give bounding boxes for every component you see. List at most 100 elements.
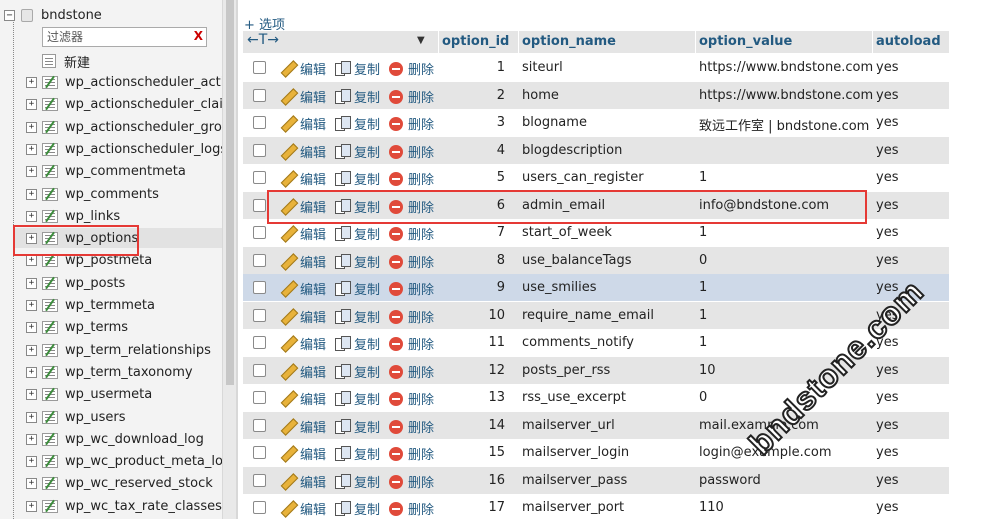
table-icon[interactable] xyxy=(42,75,58,89)
copy-label[interactable]: 复制 xyxy=(354,307,380,326)
expand-icon[interactable]: + xyxy=(26,121,37,133)
expand-icon[interactable]: + xyxy=(26,477,37,489)
delete-button[interactable]: 删除 xyxy=(389,87,434,106)
row-checkbox[interactable] xyxy=(253,501,266,514)
edit-label[interactable]: 编辑 xyxy=(300,87,326,106)
column-header-autoload[interactable]: autoload xyxy=(876,34,941,49)
expand-icon[interactable]: + xyxy=(26,254,37,266)
table-name[interactable]: wp_links xyxy=(65,209,120,224)
copy-button[interactable]: 复制 xyxy=(335,389,380,408)
cell-option-value[interactable]: 致远工作室 | bndstone.com xyxy=(699,115,869,134)
cell-option-value[interactable]: 1 xyxy=(699,308,707,323)
copy-label[interactable]: 复制 xyxy=(354,114,380,133)
copy-label[interactable]: 复制 xyxy=(354,499,380,518)
sidebar-table-item[interactable]: + wp_terms xyxy=(26,317,128,337)
cell-option-id[interactable]: 12 xyxy=(488,363,505,378)
delete-button[interactable]: 删除 xyxy=(389,307,434,326)
cell-option-value[interactable]: 0 xyxy=(699,253,707,268)
table-name[interactable]: wp_term_taxonomy xyxy=(65,365,193,380)
expand-icon[interactable]: + xyxy=(26,143,37,155)
copy-label[interactable]: 复制 xyxy=(354,142,380,161)
copy-label[interactable]: 复制 xyxy=(354,279,380,298)
cell-option-name[interactable]: posts_per_rss xyxy=(522,363,610,378)
expand-icon[interactable]: + xyxy=(26,76,37,88)
row-checkbox[interactable] xyxy=(253,474,266,487)
cell-option-name[interactable]: home xyxy=(522,88,559,103)
copy-button[interactable]: 复制 xyxy=(335,142,380,161)
cell-option-name[interactable]: mailserver_pass xyxy=(522,473,627,488)
sidebar-table-item[interactable]: + wp_term_taxonomy xyxy=(26,362,193,382)
row-checkbox[interactable] xyxy=(253,171,266,184)
cell-option-value[interactable]: 1 xyxy=(699,225,707,240)
sidebar-table-item[interactable]: + wp_links xyxy=(26,206,120,226)
row-checkbox[interactable] xyxy=(253,61,266,74)
row-checkbox[interactable] xyxy=(253,199,266,212)
edit-button[interactable]: 编辑 xyxy=(281,417,326,436)
sidebar-table-item[interactable]: + wp_commentmeta xyxy=(26,161,186,181)
new-table-link[interactable]: 新建 xyxy=(42,52,90,71)
sidebar-table-item[interactable]: + wp_wc_reserved_stock xyxy=(26,473,213,493)
copy-button[interactable]: 复制 xyxy=(335,444,380,463)
expand-icon[interactable]: + xyxy=(26,165,37,177)
delete-label[interactable]: 删除 xyxy=(408,224,434,243)
cell-autoload[interactable]: yes xyxy=(876,143,898,158)
copy-button[interactable]: 复制 xyxy=(335,499,380,518)
table-icon[interactable] xyxy=(42,387,58,401)
edit-label[interactable]: 编辑 xyxy=(300,499,326,518)
cell-option-id[interactable]: 5 xyxy=(497,170,505,185)
copy-label[interactable]: 复制 xyxy=(354,417,380,436)
new-table-label[interactable]: 新建 xyxy=(64,52,90,71)
sidebar-table-item[interactable]: + wp_termmeta xyxy=(26,295,155,315)
cell-autoload[interactable]: yes xyxy=(876,418,898,433)
column-header-option-name[interactable]: option_name xyxy=(522,34,616,49)
copy-label[interactable]: 复制 xyxy=(354,472,380,491)
cell-option-name[interactable]: mailserver_login xyxy=(522,445,629,460)
row-checkbox[interactable] xyxy=(253,89,266,102)
copy-label[interactable]: 复制 xyxy=(354,224,380,243)
cell-option-id[interactable]: 11 xyxy=(488,335,505,350)
cell-autoload[interactable]: yes xyxy=(876,473,898,488)
edit-button[interactable]: 编辑 xyxy=(281,114,326,133)
row-checkbox[interactable] xyxy=(253,364,266,377)
row-checkbox[interactable] xyxy=(253,144,266,157)
edit-label[interactable]: 编辑 xyxy=(300,252,326,271)
delete-label[interactable]: 删除 xyxy=(408,252,434,271)
cell-option-value[interactable]: https://www.bndstone.com xyxy=(699,88,873,103)
cell-option-name[interactable]: rss_use_excerpt xyxy=(522,390,626,405)
cell-option-name[interactable]: mailserver_url xyxy=(522,418,615,433)
edit-label[interactable]: 编辑 xyxy=(300,444,326,463)
expand-icon[interactable]: + xyxy=(26,366,37,378)
sort-dropdown-icon[interactable]: ▼ xyxy=(417,35,425,46)
expand-icon[interactable]: + xyxy=(26,188,37,200)
edit-button[interactable]: 编辑 xyxy=(281,252,326,271)
copy-label[interactable]: 复制 xyxy=(354,389,380,408)
delete-label[interactable]: 删除 xyxy=(408,472,434,491)
cell-autoload[interactable]: yes xyxy=(876,500,898,515)
cell-option-id[interactable]: 15 xyxy=(488,445,505,460)
cell-option-name[interactable]: start_of_week xyxy=(522,225,612,240)
copy-button[interactable]: 复制 xyxy=(335,417,380,436)
table-icon[interactable] xyxy=(42,97,58,111)
edit-label[interactable]: 编辑 xyxy=(300,142,326,161)
cell-option-id[interactable]: 3 xyxy=(497,115,505,130)
edit-label[interactable]: 编辑 xyxy=(300,417,326,436)
delete-button[interactable]: 删除 xyxy=(389,334,434,353)
edit-button[interactable]: 编辑 xyxy=(281,87,326,106)
copy-button[interactable]: 复制 xyxy=(335,59,380,78)
sidebar-table-item[interactable]: + wp_wc_download_log xyxy=(26,429,204,449)
edit-label[interactable]: 编辑 xyxy=(300,169,326,188)
edit-button[interactable]: 编辑 xyxy=(281,59,326,78)
delete-label[interactable]: 删除 xyxy=(408,362,434,381)
cell-option-name[interactable]: siteurl xyxy=(522,60,563,75)
cell-autoload[interactable]: yes xyxy=(876,198,898,213)
cell-option-id[interactable]: 4 xyxy=(497,143,505,158)
edit-button[interactable]: 编辑 xyxy=(281,362,326,381)
table-name[interactable]: wp_actionscheduler_logs xyxy=(65,142,222,157)
cell-option-id[interactable]: 17 xyxy=(488,500,505,515)
cell-option-value[interactable]: 0 xyxy=(699,390,707,405)
table-name[interactable]: wp_term_relationships xyxy=(65,343,211,358)
delete-button[interactable]: 删除 xyxy=(389,389,434,408)
copy-label[interactable]: 复制 xyxy=(354,362,380,381)
row-checkbox[interactable] xyxy=(253,419,266,432)
expand-icon[interactable]: + xyxy=(26,500,37,512)
